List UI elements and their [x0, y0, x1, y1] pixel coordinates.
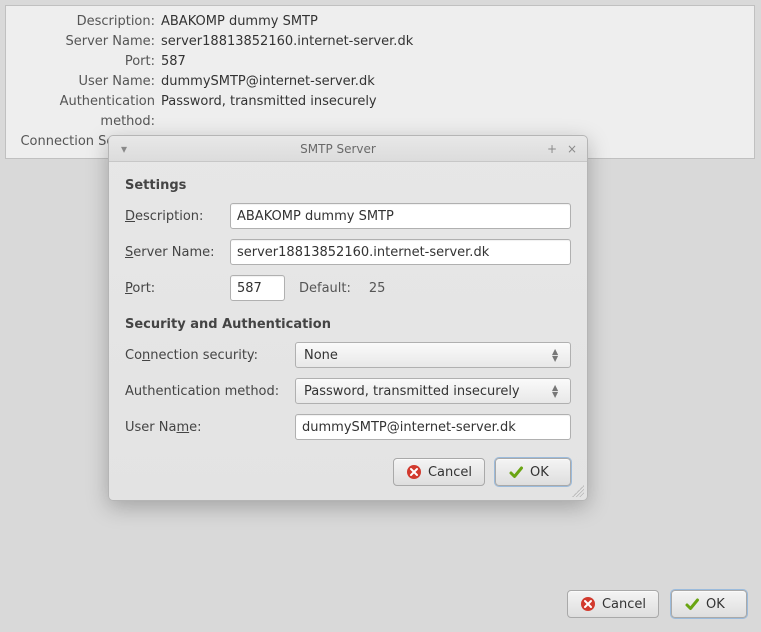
form-row-auth: Authentication method: Password, transmi… [125, 378, 571, 404]
dropdown-stepper-icon: ▲▼ [552, 385, 562, 398]
dialog-ok-button[interactable]: OK [495, 458, 571, 486]
ok-icon [508, 464, 524, 480]
dropdown-stepper-icon: ▲▼ [552, 349, 562, 362]
connection-security-value: None [304, 348, 338, 363]
info-value-port: 587 [161, 52, 186, 72]
info-value-server: server18813852160.internet-server.dk [161, 32, 413, 52]
description-input[interactable] [230, 203, 571, 229]
info-label-user: User Name: [16, 72, 161, 92]
info-row: Description: ABAKOMP dummy SMTP [16, 12, 744, 32]
info-value-user: dummySMTP@internet-server.dk [161, 72, 375, 92]
dialog-cancel-label: Cancel [428, 465, 472, 480]
dialog-cancel-button[interactable]: Cancel [393, 458, 485, 486]
ok-icon [684, 596, 700, 612]
form-row-description: Description: [125, 203, 571, 229]
info-row: User Name: dummySMTP@internet-server.dk [16, 72, 744, 92]
label-auth-method: Authentication method: [125, 384, 295, 399]
dialog-title: SMTP Server [131, 142, 545, 156]
page-footer: Cancel OK [567, 590, 747, 618]
smtp-server-dialog: ▾ SMTP Server + × Settings Description: … [108, 135, 588, 501]
info-row: Server Name: server18813852160.internet-… [16, 32, 744, 52]
info-value-description: ABAKOMP dummy SMTP [161, 12, 318, 32]
dialog-footer: Cancel OK [125, 450, 571, 486]
info-value-auth: Password, transmitted insecurely [161, 92, 377, 132]
section-settings-title: Settings [125, 178, 571, 193]
window-menu-icon[interactable]: ▾ [117, 142, 131, 156]
dialog-ok-label: OK [530, 465, 549, 480]
label-description: Description: [125, 209, 230, 224]
form-row-username: User Name: [125, 414, 571, 440]
page-ok-button[interactable]: OK [671, 590, 747, 618]
info-row: Port: 587 [16, 52, 744, 72]
info-label-server: Server Name: [16, 32, 161, 52]
form-row-port: Port: Default:25 [125, 275, 571, 301]
cancel-icon [580, 596, 596, 612]
page-cancel-label: Cancel [602, 597, 646, 612]
info-label-auth: Authentication method: [16, 92, 161, 132]
info-row: Authentication method: Password, transmi… [16, 92, 744, 132]
default-port-label: Default:25 [299, 281, 385, 296]
resize-grip-icon[interactable] [572, 485, 584, 497]
label-server: Server Name: [125, 245, 230, 260]
form-row-connsec: Connection security: None ▲▼ [125, 342, 571, 368]
server-name-input[interactable] [230, 239, 571, 265]
page-ok-label: OK [706, 597, 725, 612]
label-connection-security: Connection security: [125, 348, 295, 363]
info-label-port: Port: [16, 52, 161, 72]
port-input[interactable] [230, 275, 285, 301]
cancel-icon [406, 464, 422, 480]
page-cancel-button[interactable]: Cancel [567, 590, 659, 618]
auth-method-select[interactable]: Password, transmitted insecurely ▲▼ [295, 378, 571, 404]
section-security-title: Security and Authentication [125, 317, 571, 332]
form-row-server: Server Name: [125, 239, 571, 265]
dialog-body: Settings Description: Server Name: Port:… [109, 162, 587, 500]
username-input[interactable] [295, 414, 571, 440]
window-close-icon[interactable]: × [565, 142, 579, 156]
label-username: User Name: [125, 420, 295, 435]
connection-security-select[interactable]: None ▲▼ [295, 342, 571, 368]
dialog-titlebar[interactable]: ▾ SMTP Server + × [109, 136, 587, 162]
window-maximize-icon[interactable]: + [545, 142, 559, 156]
auth-method-value: Password, transmitted insecurely [304, 384, 520, 399]
info-label-description: Description: [16, 12, 161, 32]
label-port: Port: [125, 281, 230, 296]
